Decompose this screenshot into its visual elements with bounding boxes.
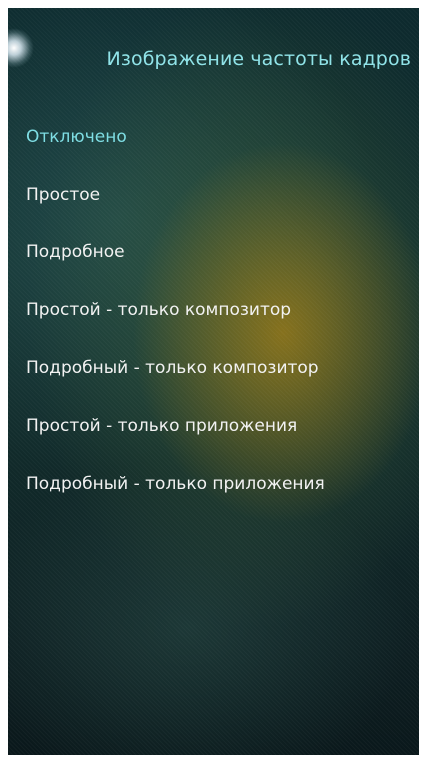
option-detailed-apps-only[interactable]: Подробный - только приложения [26, 455, 416, 513]
page-title: Изображение частоты кадров [106, 48, 411, 70]
option-disabled[interactable]: Отключено [26, 108, 416, 166]
frame-rate-display-screen: Изображение частоты кадров Отключено Про… [8, 8, 419, 755]
light-glow-decoration [8, 28, 34, 68]
option-simple[interactable]: Простое [26, 166, 416, 224]
option-detailed[interactable]: Подробное [26, 224, 416, 282]
option-detailed-compositor-only[interactable]: Подробный - только композитор [26, 339, 416, 397]
option-simple-compositor-only[interactable]: Простой - только композитор [26, 281, 416, 339]
options-list: Отключено Простое Подробное Простой - то… [26, 108, 416, 513]
option-simple-apps-only[interactable]: Простой - только приложения [26, 397, 416, 455]
